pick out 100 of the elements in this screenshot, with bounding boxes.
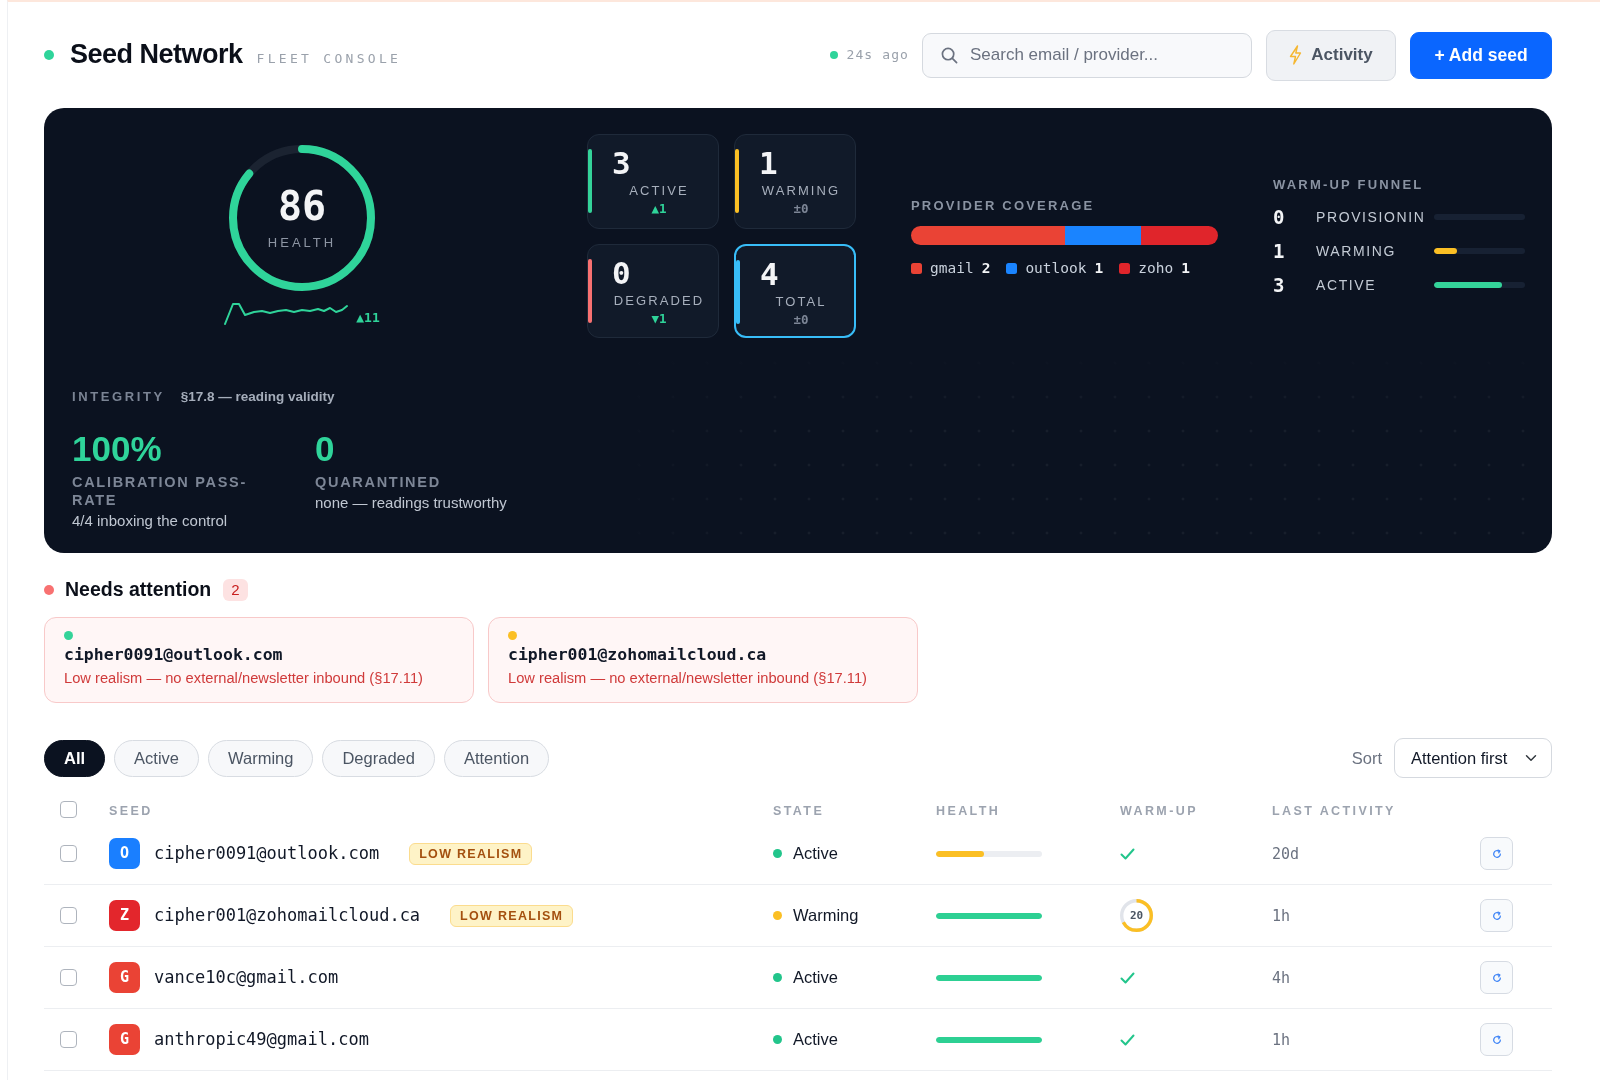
last-activity: 1h xyxy=(1272,906,1291,925)
filter-tab[interactable]: Active xyxy=(114,739,200,777)
refresh-icon xyxy=(1491,848,1502,859)
metric-label: CALIBRATION PASS-RATE xyxy=(72,473,248,509)
refresh-icon xyxy=(1491,972,1502,983)
stat-label: WARMING xyxy=(760,183,842,199)
stage-count: 1 xyxy=(1273,238,1286,264)
stage-label: ACTIVE xyxy=(1316,275,1378,295)
metric-value: 0 xyxy=(315,429,336,469)
stat-tile[interactable]: 3 ACTIVE ▲1 xyxy=(587,134,719,229)
column-header: STATE xyxy=(773,803,825,818)
provider-avatar: O xyxy=(109,838,140,869)
seed-email: cipher0091@outlook.com xyxy=(64,645,284,665)
stat-label: DEGRADED xyxy=(612,293,706,309)
check-icon xyxy=(1120,1033,1135,1046)
alert-dot-icon xyxy=(44,585,54,595)
metric-note: 4/4 inboxing the control xyxy=(72,511,229,531)
attention-reason: Low realism — no external/newsletter inbound (§17.11) xyxy=(508,669,868,688)
provider-avatar: G xyxy=(109,1024,140,1055)
seed-state: Active xyxy=(793,843,838,865)
stat-delta: ▼1 xyxy=(650,311,668,326)
warmup-day: 20 xyxy=(1129,909,1144,922)
stat-delta: ▲1 xyxy=(650,201,668,216)
app-subtitle: FLEET CONSOLE xyxy=(256,50,402,69)
filter-tab[interactable]: Degraded xyxy=(322,739,435,777)
health-score: 86 xyxy=(277,186,327,226)
refresh-icon xyxy=(1491,1034,1502,1045)
attention-card[interactable]: cipher001@zohomailcloud.ca Low realism — no external/newsletter inbound (§17.11) xyxy=(488,617,918,703)
metric-label: QUARANTINED xyxy=(315,473,442,491)
column-header: HEALTH xyxy=(936,803,1001,818)
stat-label: TOTAL xyxy=(774,294,828,310)
last-updated-text: 24s ago xyxy=(846,46,909,65)
stat-delta: ±0 xyxy=(792,312,810,327)
stage-label: PROVISIONIN xyxy=(1316,207,1427,227)
sort-select[interactable]: Attention first xyxy=(1394,738,1552,778)
section-label: WARM-UP FUNNEL xyxy=(1273,177,1425,193)
column-header: SEED xyxy=(109,803,153,818)
check-icon xyxy=(1120,847,1135,860)
column-header: LAST ACTIVITY xyxy=(1272,803,1396,818)
app-title: Seed Network xyxy=(70,40,243,70)
add-seed-button[interactable]: + Add seed xyxy=(1410,31,1552,79)
stat-tile[interactable]: 4 TOTAL ±0 xyxy=(734,244,856,338)
live-status-dot-icon xyxy=(829,51,838,59)
provider-name: gmail xyxy=(930,259,974,278)
provider-count: 1 xyxy=(1094,259,1104,278)
realism-badge: LOW REALISM xyxy=(450,904,574,927)
stat-value: 0 xyxy=(612,256,632,290)
refresh-button[interactable] xyxy=(1480,961,1513,994)
health-label: HEALTH xyxy=(267,235,337,250)
last-activity: 20d xyxy=(1272,844,1300,863)
stage-label: WARMING xyxy=(1316,241,1397,261)
stat-tile[interactable]: 0 DEGRADED ▼1 xyxy=(587,244,719,338)
column-header: WARM-UP xyxy=(1120,803,1198,818)
attention-reason: Low realism — no external/newsletter inbound (§17.11) xyxy=(64,669,424,688)
refresh-button[interactable] xyxy=(1480,1023,1513,1056)
seed-email: cipher001@zohomailcloud.ca xyxy=(508,645,768,665)
integrity-reference: §17.8 — reading validity xyxy=(180,389,335,405)
select-all-checkbox[interactable] xyxy=(60,801,77,818)
stat-tile[interactable]: 1 WARMING ±0 xyxy=(734,134,856,229)
stat-value: 4 xyxy=(760,257,780,291)
check-icon xyxy=(1120,971,1135,984)
section-label: PROVIDER COVERAGE xyxy=(911,198,1096,214)
filter-tab[interactable]: All xyxy=(44,739,106,777)
seed-email: vance10c@gmail.com xyxy=(154,965,339,989)
search-icon xyxy=(941,46,958,64)
stat-label: ACTIVE xyxy=(628,183,690,199)
row-checkbox[interactable] xyxy=(60,845,77,862)
attention-card[interactable]: cipher0091@outlook.com Low realism — no external/newsletter inbound (§17.11) xyxy=(44,617,474,703)
provider-name: zoho xyxy=(1138,259,1174,278)
status-dot-icon xyxy=(44,50,54,60)
provider-name: outlook xyxy=(1025,259,1087,278)
sort-label: Sort xyxy=(1351,747,1382,769)
seed-state: Active xyxy=(793,1029,838,1051)
seed-email: anthropic49@gmail.com xyxy=(154,1027,369,1051)
provider-count: 2 xyxy=(981,259,991,278)
filter-tab[interactable]: Attention xyxy=(443,739,550,777)
refresh-button[interactable] xyxy=(1480,899,1513,932)
seed-email: cipher0091@outlook.com xyxy=(154,841,380,865)
stage-count: 3 xyxy=(1273,272,1286,298)
refresh-icon xyxy=(1491,910,1502,921)
provider-count: 1 xyxy=(1181,259,1190,278)
stage-count: 0 xyxy=(1273,204,1286,230)
provider-avatar: Z xyxy=(109,900,140,931)
last-activity: 4h xyxy=(1272,968,1291,987)
stat-value: 1 xyxy=(759,146,779,180)
provider-avatar: G xyxy=(109,962,140,993)
lightning-icon xyxy=(1289,45,1303,65)
row-checkbox[interactable] xyxy=(60,1031,77,1048)
search-field[interactable]: Search email / provider... xyxy=(922,32,1252,78)
activity-button[interactable]: Activity xyxy=(1266,29,1396,81)
row-checkbox[interactable] xyxy=(60,969,77,986)
stat-delta: ±0 xyxy=(792,201,810,216)
seed-state: Warming xyxy=(793,905,859,927)
health-trend: ▲11 xyxy=(356,310,380,325)
filter-tab[interactable]: Warming xyxy=(208,739,314,777)
integrity-label: INTEGRITY xyxy=(72,389,165,405)
realism-badge: LOW REALISM xyxy=(409,842,533,865)
refresh-button[interactable] xyxy=(1480,837,1513,870)
row-checkbox[interactable] xyxy=(60,907,77,924)
metric-value: 100% xyxy=(72,429,163,469)
